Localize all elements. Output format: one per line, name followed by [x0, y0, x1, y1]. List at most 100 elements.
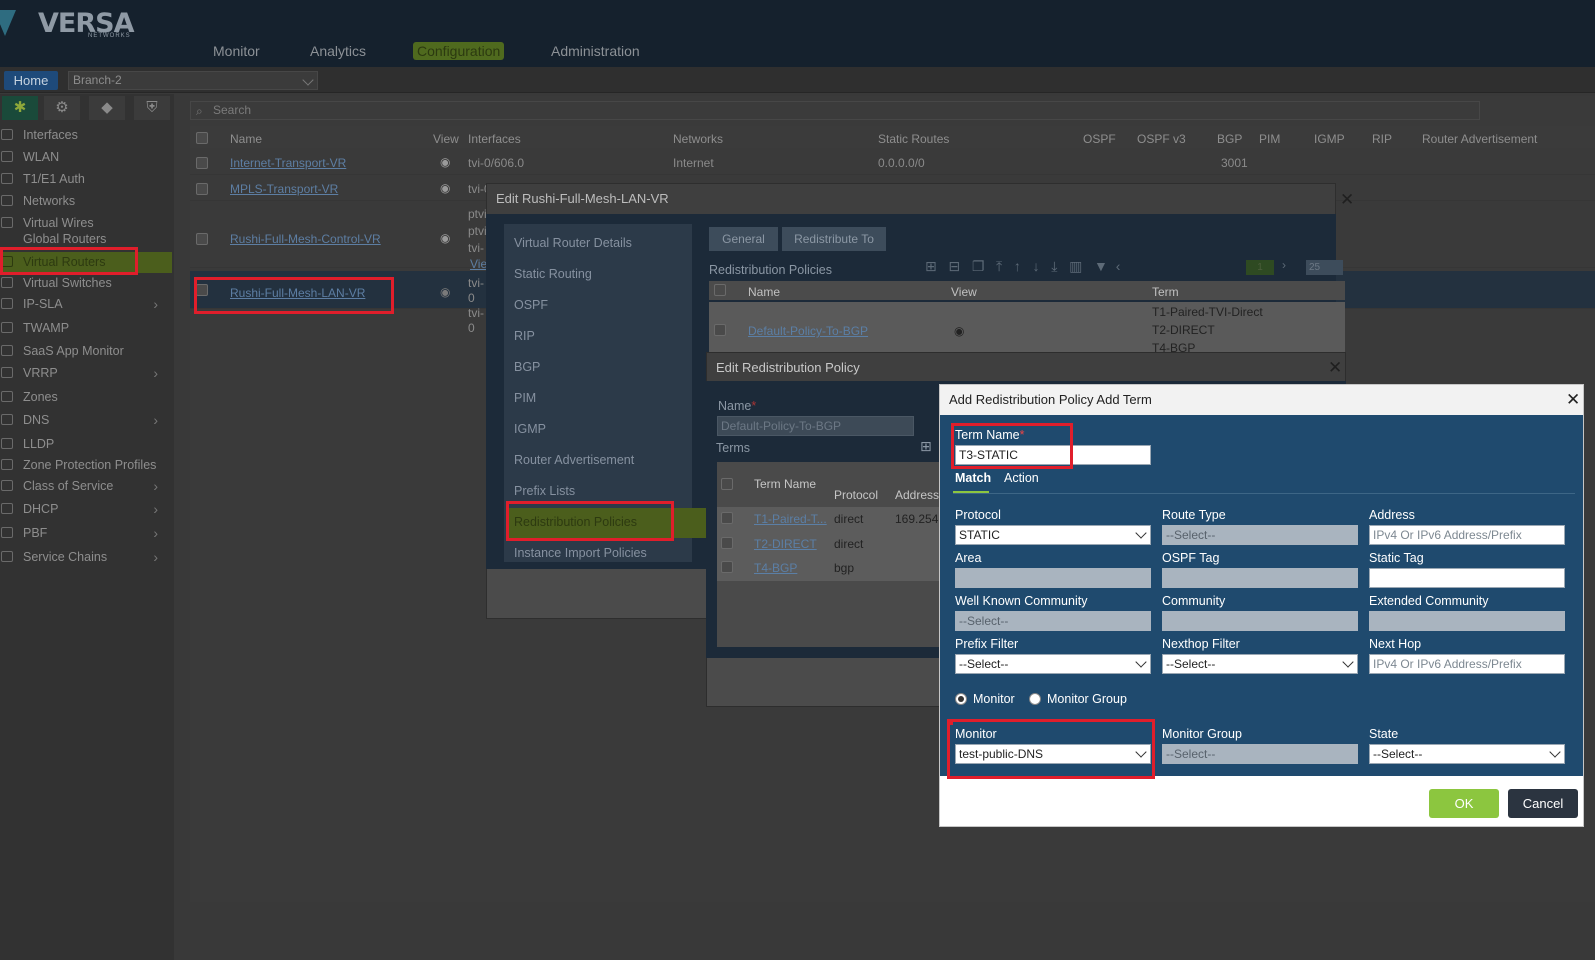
policy-select-all-checkbox[interactable] — [714, 284, 726, 296]
eye-icon[interactable]: ◉ — [440, 181, 450, 195]
monitor-group-radio[interactable] — [1029, 693, 1041, 705]
row-checkbox[interactable] — [196, 157, 208, 169]
sidebar-item-virtual-switches[interactable]: Virtual Switches — [0, 273, 172, 294]
vr-menu-virtual-router-details[interactable]: Virtual Router Details — [514, 236, 632, 250]
page-number-input[interactable]: 1 — [1246, 260, 1274, 275]
row-checkbox[interactable] — [196, 233, 208, 245]
sidebar-item-dns[interactable]: DNS › — [0, 410, 172, 431]
tab-redistribute-to[interactable]: Redistribute To — [782, 227, 886, 251]
prev-page-icon[interactable]: ‹ — [1116, 258, 1121, 274]
network-config-icon[interactable]: ✱ — [2, 96, 38, 120]
sidebar-item-saas-app-monitor[interactable]: SaaS App Monitor — [0, 341, 172, 362]
vr-menu-bgp[interactable]: BGP — [514, 360, 540, 374]
sidebar-item-t1e1-auth[interactable]: T1/E1 Auth — [0, 169, 172, 190]
view-link[interactable]: Vie — [470, 257, 487, 271]
branch-select[interactable]: Branch-2 — [68, 71, 318, 90]
area-field[interactable] — [955, 568, 1151, 588]
sidebar-item-vrrp[interactable]: VRRP › — [0, 363, 172, 384]
sidebar-item-global-routers[interactable]: Global Routers — [0, 232, 172, 246]
term-link[interactable]: T2-DIRECT — [754, 537, 817, 551]
sidebar-item-twamp[interactable]: TWAMP — [0, 318, 172, 339]
grid-header-igmp[interactable]: IGMP — [1314, 132, 1345, 146]
move-bottom-icon[interactable]: ⤓ — [1051, 258, 1057, 274]
vr-menu-static-routing[interactable]: Static Routing — [514, 267, 592, 281]
sidebar-item-wlan[interactable]: WLAN — [0, 147, 172, 168]
address-field[interactable]: IPv4 Or IPv6 Address/Prefix — [1369, 525, 1565, 545]
nav-administration[interactable]: Administration — [551, 43, 640, 59]
vr-link[interactable]: Rushi-Full-Mesh-Control-VR — [230, 232, 381, 246]
term-link[interactable]: T4-BGP — [754, 561, 797, 575]
nexthop-filter-select[interactable]: --Select-- — [1162, 654, 1358, 674]
grid-header-router-advertisement[interactable]: Router Advertisement — [1422, 132, 1537, 146]
static-tag-field[interactable] — [1369, 568, 1565, 588]
protocol-select[interactable]: STATIC — [955, 525, 1151, 545]
eye-icon[interactable]: ◉ — [440, 285, 450, 299]
state-select[interactable]: --Select-- — [1369, 744, 1565, 764]
route-type-select[interactable]: --Select-- — [1162, 525, 1358, 545]
gear-icon[interactable]: ⚙ — [44, 96, 80, 120]
move-down-icon[interactable]: ↓ — [1033, 258, 1040, 274]
add-term-icon[interactable]: ⊞ — [920, 438, 932, 455]
vr-menu-rip[interactable]: RIP — [514, 329, 535, 343]
sidebar-item-virtual-wires[interactable]: Virtual Wires — [0, 213, 172, 234]
sidebar-item-class-of-service[interactable]: Class of Service › — [0, 476, 172, 497]
vr-menu-ospf[interactable]: OSPF — [514, 298, 548, 312]
nav-analytics[interactable]: Analytics — [310, 43, 366, 59]
select-all-checkbox[interactable] — [196, 132, 208, 144]
remove-icon[interactable]: ⊟ — [948, 258, 960, 274]
policy-row-checkbox[interactable] — [714, 324, 726, 336]
policy-link[interactable]: Default-Policy-To-BGP — [748, 324, 868, 338]
row-checkbox[interactable] — [196, 183, 208, 195]
sidebar-item-ip-sla[interactable]: IP-SLA › — [0, 294, 172, 315]
vr-link[interactable]: Internet-Transport-VR — [230, 156, 346, 170]
grid-header-ospfv3[interactable]: OSPF v3 — [1137, 132, 1186, 146]
filter-icon[interactable]: ▼ — [1094, 258, 1108, 274]
sidebar-item-service-chains[interactable]: Service Chains › — [0, 547, 172, 568]
cancel-button[interactable]: Cancel — [1508, 789, 1578, 818]
tab-action[interactable]: Action — [1004, 471, 1039, 485]
move-top-icon[interactable]: ⤒ — [996, 258, 1002, 274]
move-up-icon[interactable]: ↑ — [1014, 258, 1021, 274]
shield-icon[interactable]: ⛨ — [134, 96, 170, 120]
tab-general[interactable]: General — [709, 227, 778, 251]
community-field[interactable] — [1162, 611, 1358, 631]
grid-header-static-routes[interactable]: Static Routes — [878, 132, 949, 146]
page-size-select[interactable]: 25 — [1306, 260, 1343, 275]
vr-menu-instance-import-policies[interactable]: Instance Import Policies — [514, 546, 647, 560]
sidebar-item-dhcp[interactable]: DHCP › — [0, 499, 172, 520]
vr-menu-prefix-lists[interactable]: Prefix Lists — [514, 484, 575, 498]
grid-header-ospf[interactable]: OSPF — [1083, 132, 1116, 146]
term-row-checkbox[interactable] — [721, 561, 733, 573]
grid-header-interfaces[interactable]: Interfaces — [468, 132, 521, 146]
close-icon[interactable]: ✕ — [1328, 358, 1342, 378]
sidebar-item-pbf[interactable]: PBF › — [0, 523, 172, 544]
add-icon[interactable]: ⊞ — [925, 258, 937, 274]
extended-community-field[interactable] — [1369, 611, 1565, 631]
grid-header-pim[interactable]: PIM — [1259, 132, 1280, 146]
nav-monitor[interactable]: Monitor — [213, 43, 260, 59]
sidebar-item-interfaces[interactable]: Interfaces — [0, 125, 172, 146]
sidebar-item-zones[interactable]: Zones — [0, 387, 172, 408]
cube-icon[interactable]: ◆ — [89, 96, 125, 120]
sidebar-item-networks[interactable]: Networks — [0, 191, 172, 212]
grid-header-rip[interactable]: RIP — [1372, 132, 1392, 146]
columns-icon[interactable]: ▥ — [1069, 258, 1082, 274]
eye-icon[interactable]: ◉ — [440, 155, 450, 169]
term-row-checkbox[interactable] — [721, 537, 733, 549]
search-input[interactable]: ⌕ Search — [190, 101, 1480, 120]
tab-match[interactable]: Match — [955, 471, 991, 485]
grid-header-bgp[interactable]: BGP — [1217, 132, 1242, 146]
monitor-group-select[interactable]: --Select-- — [1162, 744, 1358, 764]
policy-name-field[interactable]: Default-Policy-To-BGP — [717, 416, 914, 436]
home-button[interactable]: Home — [4, 71, 58, 90]
term-link[interactable]: T1-Paired-T... — [754, 512, 827, 526]
monitor-radio[interactable] — [955, 693, 967, 705]
well-known-community-select[interactable]: --Select-- — [955, 611, 1151, 631]
grid-header-name[interactable]: Name — [230, 132, 262, 146]
vr-menu-igmp[interactable]: IGMP — [514, 422, 546, 436]
grid-header-networks[interactable]: Networks — [673, 132, 723, 146]
close-icon[interactable]: ✕ — [1566, 390, 1580, 410]
ospf-tag-field[interactable] — [1162, 568, 1358, 588]
vr-link[interactable]: MPLS-Transport-VR — [230, 182, 338, 196]
next-hop-field[interactable]: IPv4 Or IPv6 Address/Prefix — [1369, 654, 1565, 674]
